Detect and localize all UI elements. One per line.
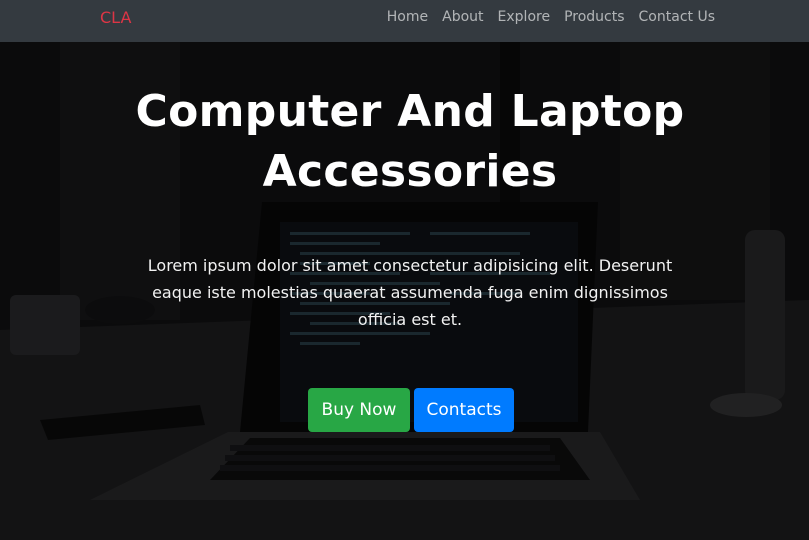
nav-link-explore[interactable]: Explore	[491, 9, 558, 25]
hero-section: Computer And Laptop Accessories Lorem ip…	[0, 42, 809, 540]
nav-link-about[interactable]: About	[435, 9, 490, 25]
nav-link-contact-us[interactable]: Contact Us	[632, 9, 715, 25]
hero-description: Lorem ipsum dolor sit amet consectetur a…	[147, 256, 673, 329]
hero-title: Computer And Laptop Accessories	[135, 86, 685, 197]
buy-now-button[interactable]: Buy Now	[308, 388, 410, 432]
nav-link-home[interactable]: Home	[380, 9, 435, 25]
brand-logo-link[interactable]: CLA	[100, 8, 131, 27]
nav-links: Home About Explore Products Contact Us	[380, 9, 715, 25]
top-navbar: CLA Home About Explore Products Contact …	[0, 0, 809, 42]
nav-link-products[interactable]: Products	[557, 9, 631, 25]
contacts-button[interactable]: Contacts	[414, 388, 514, 432]
